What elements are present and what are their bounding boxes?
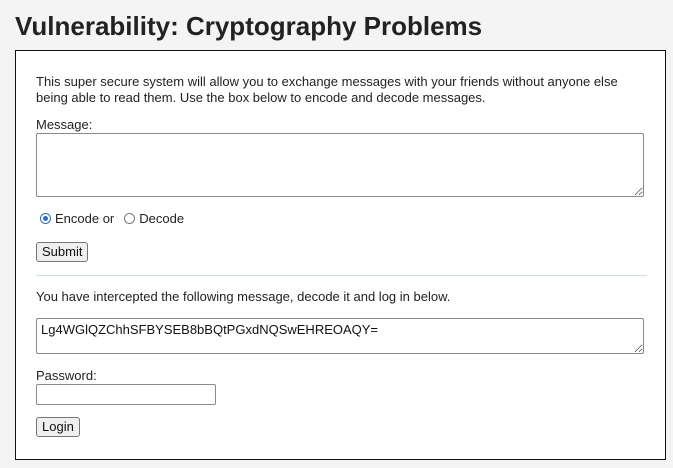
encode-radio-label[interactable]: Encode or — [55, 211, 114, 226]
section-divider — [36, 275, 647, 276]
message-label: Message: — [36, 117, 93, 132]
intercepted-message-textarea[interactable]: Lg4WGlQZChhSFBYSEB8bBQtPGxdNQSwEHREOAQY= — [36, 318, 644, 354]
encode-radio[interactable] — [40, 213, 51, 224]
intercept-text: You have intercepted the following messa… — [36, 289, 451, 304]
message-textarea[interactable] — [36, 133, 644, 197]
submit-button[interactable]: Submit — [36, 242, 89, 262]
password-label: Password: — [36, 368, 97, 383]
decode-radio[interactable] — [124, 213, 136, 224]
mode-radio-group: Encode or Decode — [40, 211, 184, 226]
page-title: Vulnerability: Cryptography Problems — [15, 11, 483, 41]
password-input[interactable] — [36, 384, 216, 405]
crypto-panel: This super secure system will allow you … — [15, 50, 666, 460]
login-button[interactable]: Login — [36, 417, 80, 437]
page: Vulnerability: Cryptography Problems Thi… — [0, 0, 673, 468]
decode-radio-label[interactable]: Decode — [139, 211, 184, 226]
intro-text: This super secure system will allow you … — [36, 74, 618, 105]
